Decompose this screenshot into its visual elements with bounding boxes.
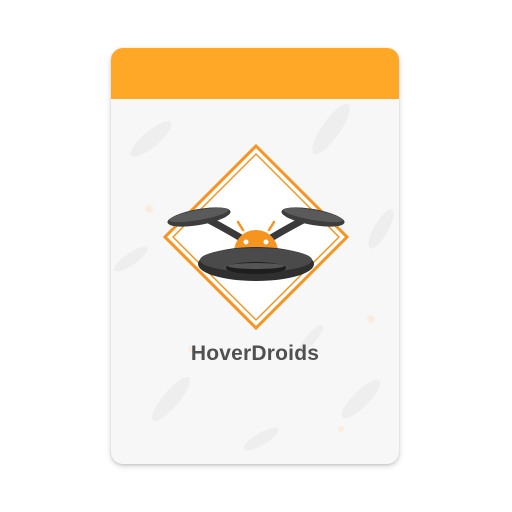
card-header-bar — [111, 48, 399, 99]
drone-android-logo-icon — [162, 144, 350, 331]
app-card[interactable]: HoverDroids — [111, 48, 399, 464]
app-name-label: HoverDroids — [190, 342, 320, 365]
